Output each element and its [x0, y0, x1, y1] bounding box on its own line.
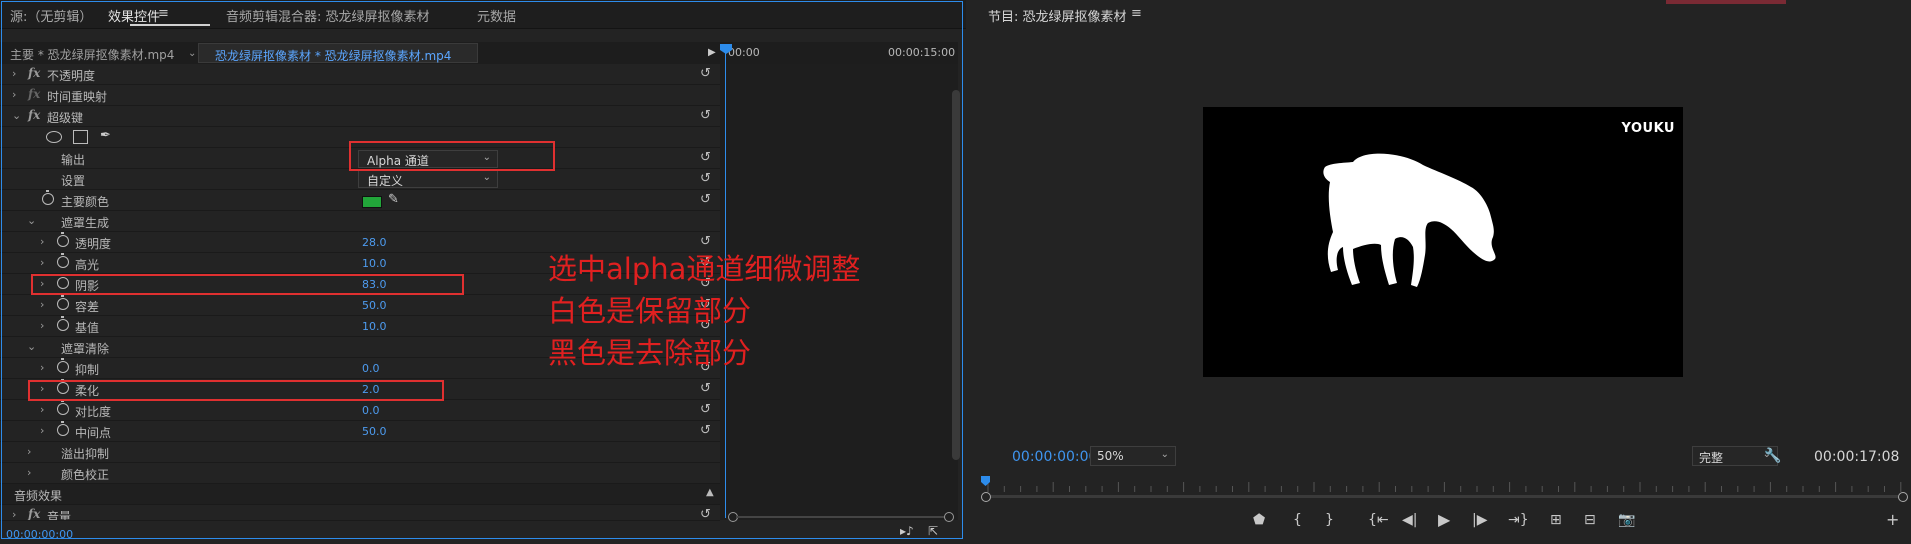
- go-to-in-icon[interactable]: {⇤: [1368, 512, 1389, 528]
- step-forward-icon[interactable]: |▶: [1472, 512, 1487, 528]
- effect-controls-panel: 源:（无剪辑） 效果控件 ≡ 音频剪辑混合器: 恐龙绿屏抠像素材 元数据 主要 …: [0, 0, 966, 544]
- extract-icon[interactable]: ⊟: [1584, 512, 1596, 528]
- hamburger-icon[interactable]: ≡: [1131, 6, 1142, 21]
- chevron-down-icon: ⌄: [1160, 449, 1169, 460]
- step-back-icon[interactable]: ◀|: [1402, 512, 1417, 528]
- program-time-ruler[interactable]: [986, 480, 1903, 492]
- video-preview[interactable]: YOUKU: [1203, 107, 1683, 377]
- deer-silhouette: [1323, 153, 1496, 287]
- lift-icon[interactable]: ⊞: [1550, 512, 1562, 528]
- playback-quality-value: 完整: [1699, 451, 1724, 465]
- program-current-timecode[interactable]: 00:00:00:00: [1012, 449, 1097, 465]
- program-duration: 00:00:17:08: [1814, 449, 1900, 465]
- zoom-level-dropdown[interactable]: 50% ⌄: [1090, 446, 1176, 466]
- mark-in-icon[interactable]: {: [1293, 512, 1302, 528]
- program-scroll-handle-right[interactable]: [1898, 492, 1908, 502]
- play-icon[interactable]: ▶: [1438, 510, 1450, 529]
- program-scroll-handle-left[interactable]: [981, 492, 991, 502]
- mark-out-icon[interactable]: }: [1325, 512, 1334, 528]
- zoom-level-value: 50%: [1097, 449, 1124, 463]
- add-marker-icon[interactable]: ⬟: [1253, 512, 1265, 528]
- program-monitor: 节目: 恐龙绿屏抠像素材 ≡ YOUKU 00:00:00:00 50% ⌄ 完…: [976, 0, 1911, 544]
- go-to-out-icon[interactable]: ⇥}: [1508, 512, 1529, 528]
- wrench-icon[interactable]: 🔧: [1764, 448, 1781, 464]
- panel-focus-border: [1, 1, 963, 539]
- export-frame-camera-icon[interactable]: 📷: [1618, 512, 1635, 528]
- add-button-icon[interactable]: +: [1886, 510, 1899, 529]
- top-edge-artifact: [1666, 0, 1786, 4]
- program-monitor-title: 节目: 恐龙绿屏抠像素材: [988, 10, 1127, 25]
- program-scroll-track[interactable]: [986, 495, 1903, 498]
